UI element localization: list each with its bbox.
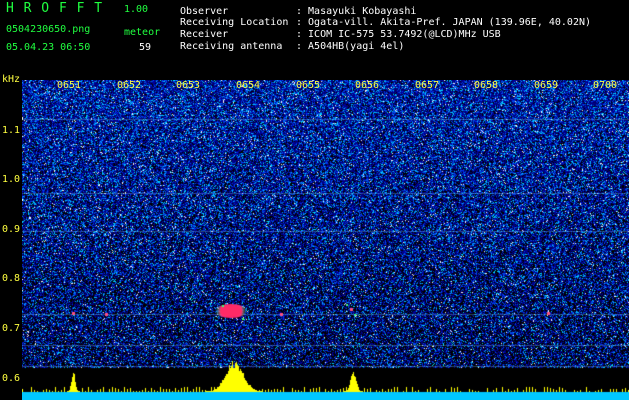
filename: 0504230650.png [6, 24, 91, 35]
time-tick-label: 0700 [593, 80, 618, 91]
info-value-observer: : Masayuki Kobayashi [296, 6, 417, 17]
time-tick-label: 0658 [474, 80, 499, 91]
time-tick-label: 0654 [236, 80, 261, 91]
hrofft-window: H R O F F T 1.00 0504230650.png meteor 0… [0, 0, 629, 400]
y-tick-label: 0.7 [2, 323, 21, 334]
info-key-location: Receiving Location [180, 17, 289, 28]
datetime: 05.04.23 06:50 [6, 42, 91, 53]
info-key-antenna: Receiving antenna [180, 41, 283, 52]
time-tick-label: 0657 [415, 80, 440, 91]
time-tick-label: 0656 [355, 80, 380, 91]
y-tick-label: 0.8 [2, 273, 21, 284]
time-tick-label: 0659 [534, 80, 559, 91]
time-tick-label: 0655 [296, 80, 321, 91]
time-tick-label: 0653 [176, 80, 201, 91]
info-value-receiver: : ICOM IC-575 53.7492(@LCD)MHz USB [296, 29, 501, 40]
info-value-antenna: : A504HB(yagi 4el) [296, 41, 405, 52]
axis-unit-label: kHz [2, 74, 21, 85]
meteor-count: 59 [139, 42, 152, 53]
time-tick-label: 0651 [57, 80, 82, 91]
time-tick-label: 0652 [117, 80, 142, 91]
y-tick-label: 1.1 [2, 125, 21, 136]
app-version: 1.00 [124, 4, 149, 15]
meteor-label: meteor [124, 27, 161, 38]
info-value-location: : Ogata-vill. Akita-Pref. JAPAN (139.96E… [296, 17, 592, 28]
info-key-observer: Observer [180, 6, 229, 17]
y-tick-label: 0.6 [2, 373, 21, 384]
y-tick-label: 1.0 [2, 174, 21, 185]
info-key-receiver: Receiver [180, 29, 229, 40]
app-title: H R O F F T [6, 1, 104, 16]
spectrogram [22, 80, 629, 400]
y-tick-label: 0.9 [2, 224, 21, 235]
